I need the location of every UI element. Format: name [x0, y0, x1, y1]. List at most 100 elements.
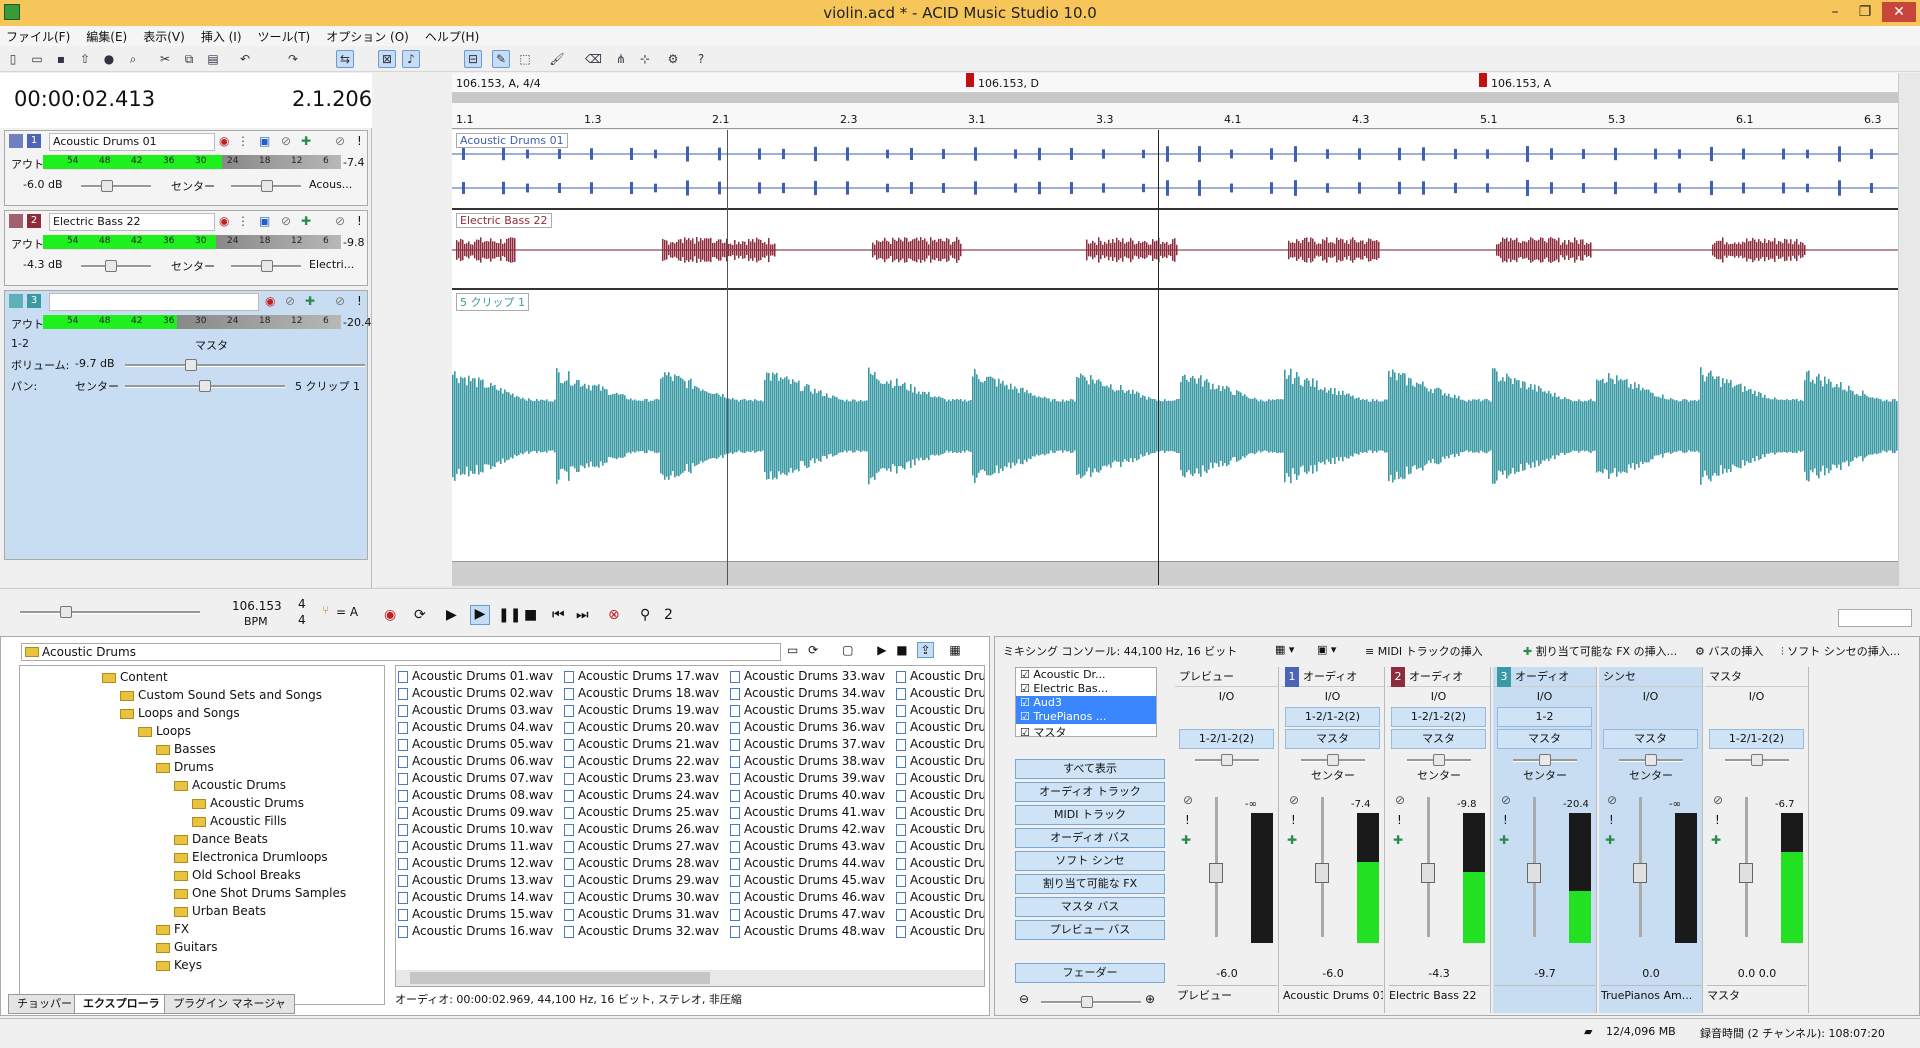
file-item[interactable]: Acoustic Drums 48.wav	[730, 923, 894, 940]
clip-label-drums[interactable]: Acoustic Drums 01	[456, 133, 568, 148]
volume-fader[interactable]	[1527, 797, 1541, 937]
envelope-icon[interactable]: ✚	[301, 214, 311, 228]
preview-bus-button[interactable]: プレビュー バス	[1015, 920, 1165, 940]
volume-knob[interactable]	[105, 260, 117, 272]
file-item[interactable]: Acoustic Dru	[896, 838, 984, 855]
file-item[interactable]: Acoustic Drums 22.wav	[564, 753, 728, 770]
tab-plugin-manager[interactable]: プラグイン マネージャ	[164, 994, 295, 1014]
pan-slider[interactable]	[1513, 754, 1577, 766]
io-label[interactable]: I/O	[1281, 687, 1384, 707]
count-in-icon[interactable]: 2	[664, 607, 673, 623]
save-icon[interactable]: ▪	[52, 50, 70, 68]
input-route[interactable]: 1-2/1-2(2)	[1285, 707, 1380, 727]
file-item[interactable]: Acoustic Drums 21.wav	[564, 736, 728, 753]
cut-icon[interactable]: ✂	[156, 50, 174, 68]
user-icon[interactable]: ●	[100, 50, 118, 68]
fx-icon[interactable]: ✚	[1181, 833, 1191, 847]
file-item[interactable]: Acoustic Dru	[896, 702, 984, 719]
fader-button[interactable]: フェーダー	[1015, 963, 1165, 983]
output-bus[interactable]: 1-2/1-2(2)	[1709, 729, 1804, 749]
file-item[interactable]: Acoustic Drums 40.wav	[730, 787, 894, 804]
properties-icon[interactable]: ⚙	[664, 50, 682, 68]
file-item[interactable]: Acoustic Drums 11.wav	[398, 838, 562, 855]
normal-tool-icon[interactable]: ⊟	[464, 50, 482, 68]
menu-edit[interactable]: 編集(E)	[86, 28, 127, 45]
strip-name[interactable]: TruePianos Am...	[1601, 985, 1701, 1005]
file-item[interactable]: Acoustic Drums 04.wav	[398, 719, 562, 736]
input-monitor-icon[interactable]: ▣	[259, 134, 270, 148]
mixer-view-icon[interactable]: ▦ ▾	[1275, 643, 1294, 656]
solo-icon[interactable]: !	[1503, 813, 1508, 827]
file-item[interactable]: Acoustic Drums 26.wav	[564, 821, 728, 838]
master-bus-button[interactable]: マスタ バス	[1015, 897, 1165, 917]
output-bus[interactable]: マスタ	[1497, 729, 1592, 749]
file-item[interactable]: Acoustic Drums 39.wav	[730, 770, 894, 787]
zoom-knob[interactable]	[1081, 996, 1093, 1008]
menu-insert[interactable]: 挿入 (I)	[201, 28, 242, 45]
track-min-icon[interactable]	[9, 214, 23, 228]
audio-bus-button[interactable]: オーディオ バス	[1015, 828, 1165, 848]
pan-knob[interactable]	[1327, 754, 1339, 766]
strip-name[interactable]	[1495, 985, 1595, 1005]
fader-knob[interactable]	[1633, 863, 1647, 883]
fader-knob[interactable]	[1527, 863, 1541, 883]
pause-icon[interactable]: ❚❚	[498, 607, 521, 623]
automation-icon[interactable]: ⊘	[281, 134, 291, 148]
solo-icon[interactable]: !	[1185, 813, 1190, 827]
track-min-icon[interactable]	[9, 294, 23, 308]
pan-slider[interactable]	[1407, 754, 1471, 766]
strip-name[interactable]: Electric Bass 22	[1389, 985, 1489, 1005]
output-bus[interactable]: 1-2/1-2(2)	[1179, 729, 1274, 749]
mixer-strip[interactable]: 3 オーディオ I/O 1-2 マスタ センター ⊘! ✚ -20.4 -9.7	[1493, 667, 1597, 1013]
automation-icon[interactable]: ⊘	[281, 214, 291, 228]
zoom-icon[interactable]: ⌕	[124, 50, 142, 68]
mixer-track-item[interactable]: ☑ Electric Bas...	[1016, 682, 1156, 696]
lane-bass[interactable]: Electric Bass 22	[452, 210, 1898, 290]
file-item[interactable]: Acoustic Drums 17.wav	[564, 668, 728, 685]
strip-name[interactable]: マスタ	[1707, 985, 1807, 1005]
undo-icon[interactable]: ↶	[236, 50, 254, 68]
file-item[interactable]: Acoustic Dru	[896, 668, 984, 685]
output-bus[interactable]: マスタ	[1285, 729, 1380, 749]
clip-name[interactable]: 5 クリップ 1	[295, 378, 360, 394]
loop-icon[interactable]: ⟳	[414, 607, 426, 623]
pan-knob[interactable]	[1433, 754, 1445, 766]
mute-icon[interactable]: ⊘	[335, 294, 345, 308]
mute-icon[interactable]: ⊘	[1501, 793, 1511, 807]
file-item[interactable]: Acoustic Dru	[896, 906, 984, 923]
file-item[interactable]: Acoustic Drums 13.wav	[398, 872, 562, 889]
go-to-end-icon[interactable]: ⏭	[576, 607, 589, 623]
insert-midi-button[interactable]: ≡ MIDI トラックの挿入	[1365, 643, 1483, 659]
insert-bus-button[interactable]: ⚙ バスの挿入	[1695, 643, 1763, 659]
file-item[interactable]: Acoustic Drums 34.wav	[730, 685, 894, 702]
menu-view[interactable]: 表示(V)	[143, 28, 185, 45]
tree-node[interactable]: Content	[20, 668, 384, 686]
pan-slider[interactable]	[1301, 754, 1365, 766]
mute-icon[interactable]: ⊘	[335, 214, 345, 228]
fx-icon[interactable]: ✚	[1499, 833, 1509, 847]
tree-node[interactable]: One Shot Drums Samples	[20, 884, 384, 902]
tempo-slider[interactable]	[20, 606, 200, 618]
pan-slider[interactable]	[231, 260, 301, 272]
file-item[interactable]: Acoustic Drums 03.wav	[398, 702, 562, 719]
file-item[interactable]: Acoustic Drums 07.wav	[398, 770, 562, 787]
file-item[interactable]: Acoustic Drums 35.wav	[730, 702, 894, 719]
checkbox-icon[interactable]: ☑	[1020, 726, 1033, 738]
io-value[interactable]: 1-2	[11, 337, 29, 350]
file-item[interactable]: Acoustic Drums 42.wav	[730, 821, 894, 838]
up-folder-icon[interactable]: ▭	[787, 643, 798, 657]
tree-node[interactable]: Dance Beats	[20, 830, 384, 848]
mixer-strip[interactable]: プレビュー I/O 1-2/1-2(2) ⊘! ✚ -∞ -6.0 プレビュー	[1175, 667, 1279, 1013]
midi-tracks-button[interactable]: MIDI トラック	[1015, 805, 1165, 825]
select-tool-icon[interactable]: ⬚	[516, 50, 534, 68]
bpm-value[interactable]: 106.153	[232, 599, 282, 613]
file-item[interactable]: Acoustic Drums 25.wav	[564, 804, 728, 821]
fx-icon[interactable]: ⋮	[237, 134, 249, 148]
file-item[interactable]: Acoustic Drums 15.wav	[398, 906, 562, 923]
track-name[interactable]: Acoustic Drums 01	[49, 133, 215, 151]
file-item[interactable]: Acoustic Drums 41.wav	[730, 804, 894, 821]
menu-help[interactable]: ヘルプ(H)	[425, 28, 479, 45]
record-arm-icon[interactable]: ◉	[265, 294, 275, 308]
solo-icon[interactable]: !	[357, 214, 362, 228]
input-monitor-icon[interactable]: ▣	[259, 214, 270, 228]
